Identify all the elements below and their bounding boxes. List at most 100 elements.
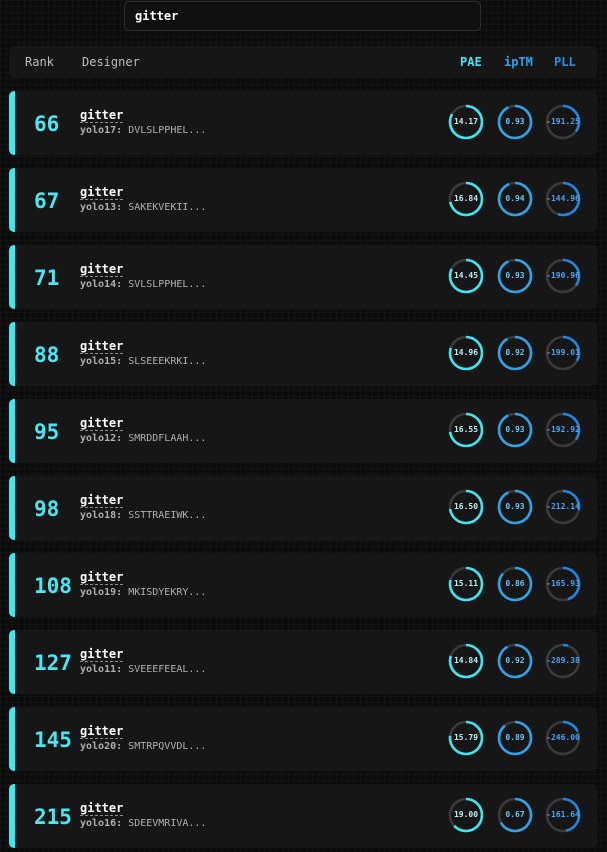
designer-name[interactable]: gitter: [80, 493, 124, 508]
model-name: yolo14:: [80, 279, 123, 290]
designer-name[interactable]: gitter: [80, 647, 124, 662]
table-row[interactable]: 98 gitter yolo18: SSTTRAEIWK... 16.50 0.93 -2…: [9, 476, 597, 540]
pae-gauge: 15.79: [448, 720, 484, 756]
designer-name[interactable]: gitter: [80, 185, 124, 200]
design-sequence: yolo19: MKISDYEKRY...: [80, 587, 206, 599]
table-row[interactable]: 145 gitter yolo20: SMTRPQVVDL... 15.79 0.89 -…: [9, 707, 597, 771]
pll-gauge: -144.96: [545, 181, 581, 217]
table-row[interactable]: 215 gitter yolo16: SDEEVMRIVA... 19.00 0.67 -…: [9, 784, 597, 848]
pae-gauge: 14.96: [448, 335, 484, 371]
rank-number: 145: [34, 728, 72, 752]
pae-gauge-value: 15.11: [453, 579, 479, 588]
rank-number: 98: [34, 497, 60, 521]
iptm-gauge-value: 0.92: [505, 656, 525, 665]
design-sequence: yolo20: SMTRPQVVDL...: [80, 741, 206, 753]
design-sequence: yolo18: SSTTRAEIWK...: [80, 510, 206, 522]
pae-gauge-value: 14.84: [453, 656, 479, 665]
iptm-gauge-value: 0.93: [505, 502, 525, 511]
rank-number: 215: [34, 805, 72, 829]
designer-name[interactable]: gitter: [80, 339, 124, 354]
pll-gauge: -191.25: [545, 104, 581, 140]
table-row[interactable]: 67 gitter yolo13: SAKEKVEKII... 16.84 0.94 -1…: [9, 168, 597, 232]
sequence-text: SAKEKVEKII...: [128, 202, 207, 213]
iptm-gauge-value: 0.86: [505, 579, 525, 588]
pll-gauge-value: -246.00: [546, 733, 580, 742]
rank-number: 95: [34, 420, 60, 444]
leaderboard-header: Rank Designer PAE ipTM PLL: [9, 46, 597, 78]
design-sequence: yolo14: SVLSLPPHEL...: [80, 279, 206, 291]
pll-gauge-value: -199.01: [546, 348, 580, 357]
model-name: yolo13:: [80, 202, 123, 213]
rank-number: 88: [34, 343, 60, 367]
table-row[interactable]: 71 gitter yolo14: SVLSLPPHEL... 14.45 0.93 -1…: [9, 245, 597, 309]
iptm-gauge: 0.92: [497, 643, 533, 679]
header-rank[interactable]: Rank: [25, 55, 54, 69]
pae-gauge-value: 16.55: [453, 425, 479, 434]
pae-gauge: 16.50: [448, 489, 484, 525]
model-name: yolo17:: [80, 125, 123, 136]
model-name: yolo16:: [80, 818, 123, 829]
pae-gauge-value: 14.96: [453, 348, 479, 357]
model-name: yolo19:: [80, 587, 123, 598]
table-row[interactable]: 127 gitter yolo11: SVEEEFEEAL... 14.84 0.92 -…: [9, 630, 597, 694]
iptm-gauge-value: 0.93: [505, 117, 525, 126]
header-designer[interactable]: Designer: [82, 55, 140, 69]
model-name: yolo15:: [80, 356, 123, 367]
sequence-text: SMTRPQVVDL...: [128, 741, 207, 752]
pll-gauge: -199.01: [545, 335, 581, 371]
sequence-text: SDEEVMRIVA...: [128, 818, 207, 829]
sequence-text: SVEEEFEEAL...: [128, 664, 207, 675]
designer-name[interactable]: gitter: [80, 416, 124, 431]
iptm-gauge: 0.67: [497, 797, 533, 833]
model-name: yolo18:: [80, 510, 123, 521]
pae-gauge-value: 14.17: [453, 117, 479, 126]
table-row[interactable]: 88 gitter yolo15: SLSEEEKRKI... 14.96 0.92 -1…: [9, 322, 597, 386]
pll-gauge-value: -161.64: [546, 810, 580, 819]
table-row[interactable]: 108 gitter yolo19: MKISDYEKRY... 15.11 0.86 -…: [9, 553, 597, 617]
sequence-text: SVLSLPPHEL...: [128, 279, 207, 290]
pll-gauge: -246.00: [545, 720, 581, 756]
iptm-gauge: 0.93: [497, 489, 533, 525]
design-sequence: yolo17: DVLSLPPHEL...: [80, 125, 206, 137]
pll-gauge-value: -289.38: [546, 656, 580, 665]
iptm-gauge: 0.94: [497, 181, 533, 217]
iptm-gauge: 0.92: [497, 335, 533, 371]
pae-gauge-value: 19.00: [453, 810, 479, 819]
pae-gauge-value: 16.84: [453, 194, 479, 203]
table-row[interactable]: 95 gitter yolo12: SMRDDFLAAH... 16.55 0.93 -1…: [9, 399, 597, 463]
designer-name[interactable]: gitter: [80, 262, 124, 277]
iptm-gauge-value: 0.93: [505, 425, 525, 434]
design-sequence: yolo11: SVEEEFEEAL...: [80, 664, 206, 676]
search-input[interactable]: [124, 1, 481, 31]
header-pll[interactable]: PLL: [554, 55, 576, 69]
pae-gauge: 15.11: [448, 566, 484, 602]
design-sequence: yolo12: SMRDDFLAAH...: [80, 433, 206, 445]
designer-name[interactable]: gitter: [80, 801, 124, 816]
pll-gauge-value: -165.93: [546, 579, 580, 588]
rank-number: 67: [34, 189, 60, 213]
rank-number: 71: [34, 266, 60, 290]
design-sequence: yolo13: SAKEKVEKII...: [80, 202, 206, 214]
iptm-gauge-value: 0.92: [505, 348, 525, 357]
sequence-text: SLSEEEKRKI...: [128, 356, 207, 367]
pll-gauge-value: -192.92: [546, 425, 580, 434]
iptm-gauge-value: 0.89: [505, 733, 525, 742]
sequence-text: SSTTRAEIWK...: [128, 510, 207, 521]
header-pae[interactable]: PAE: [460, 55, 482, 69]
design-sequence: yolo16: SDEEVMRIVA...: [80, 818, 206, 830]
pll-gauge: -289.38: [545, 643, 581, 679]
iptm-gauge-value: 0.93: [505, 271, 525, 280]
designer-name[interactable]: gitter: [80, 108, 124, 123]
sequence-text: MKISDYEKRY...: [128, 587, 207, 598]
header-iptm[interactable]: ipTM: [504, 55, 533, 69]
pll-gauge-value: -144.96: [546, 194, 580, 203]
model-name: yolo20:: [80, 741, 123, 752]
iptm-gauge: 0.93: [497, 258, 533, 294]
pll-gauge-value: -212.14: [546, 502, 580, 511]
designer-name[interactable]: gitter: [80, 724, 124, 739]
pae-gauge: 14.45: [448, 258, 484, 294]
table-row[interactable]: 66 gitter yolo17: DVLSLPPHEL... 14.17 0.93 -1…: [9, 91, 597, 155]
designer-name[interactable]: gitter: [80, 570, 124, 585]
iptm-gauge-value: 0.67: [505, 810, 525, 819]
pae-gauge-value: 16.50: [453, 502, 479, 511]
